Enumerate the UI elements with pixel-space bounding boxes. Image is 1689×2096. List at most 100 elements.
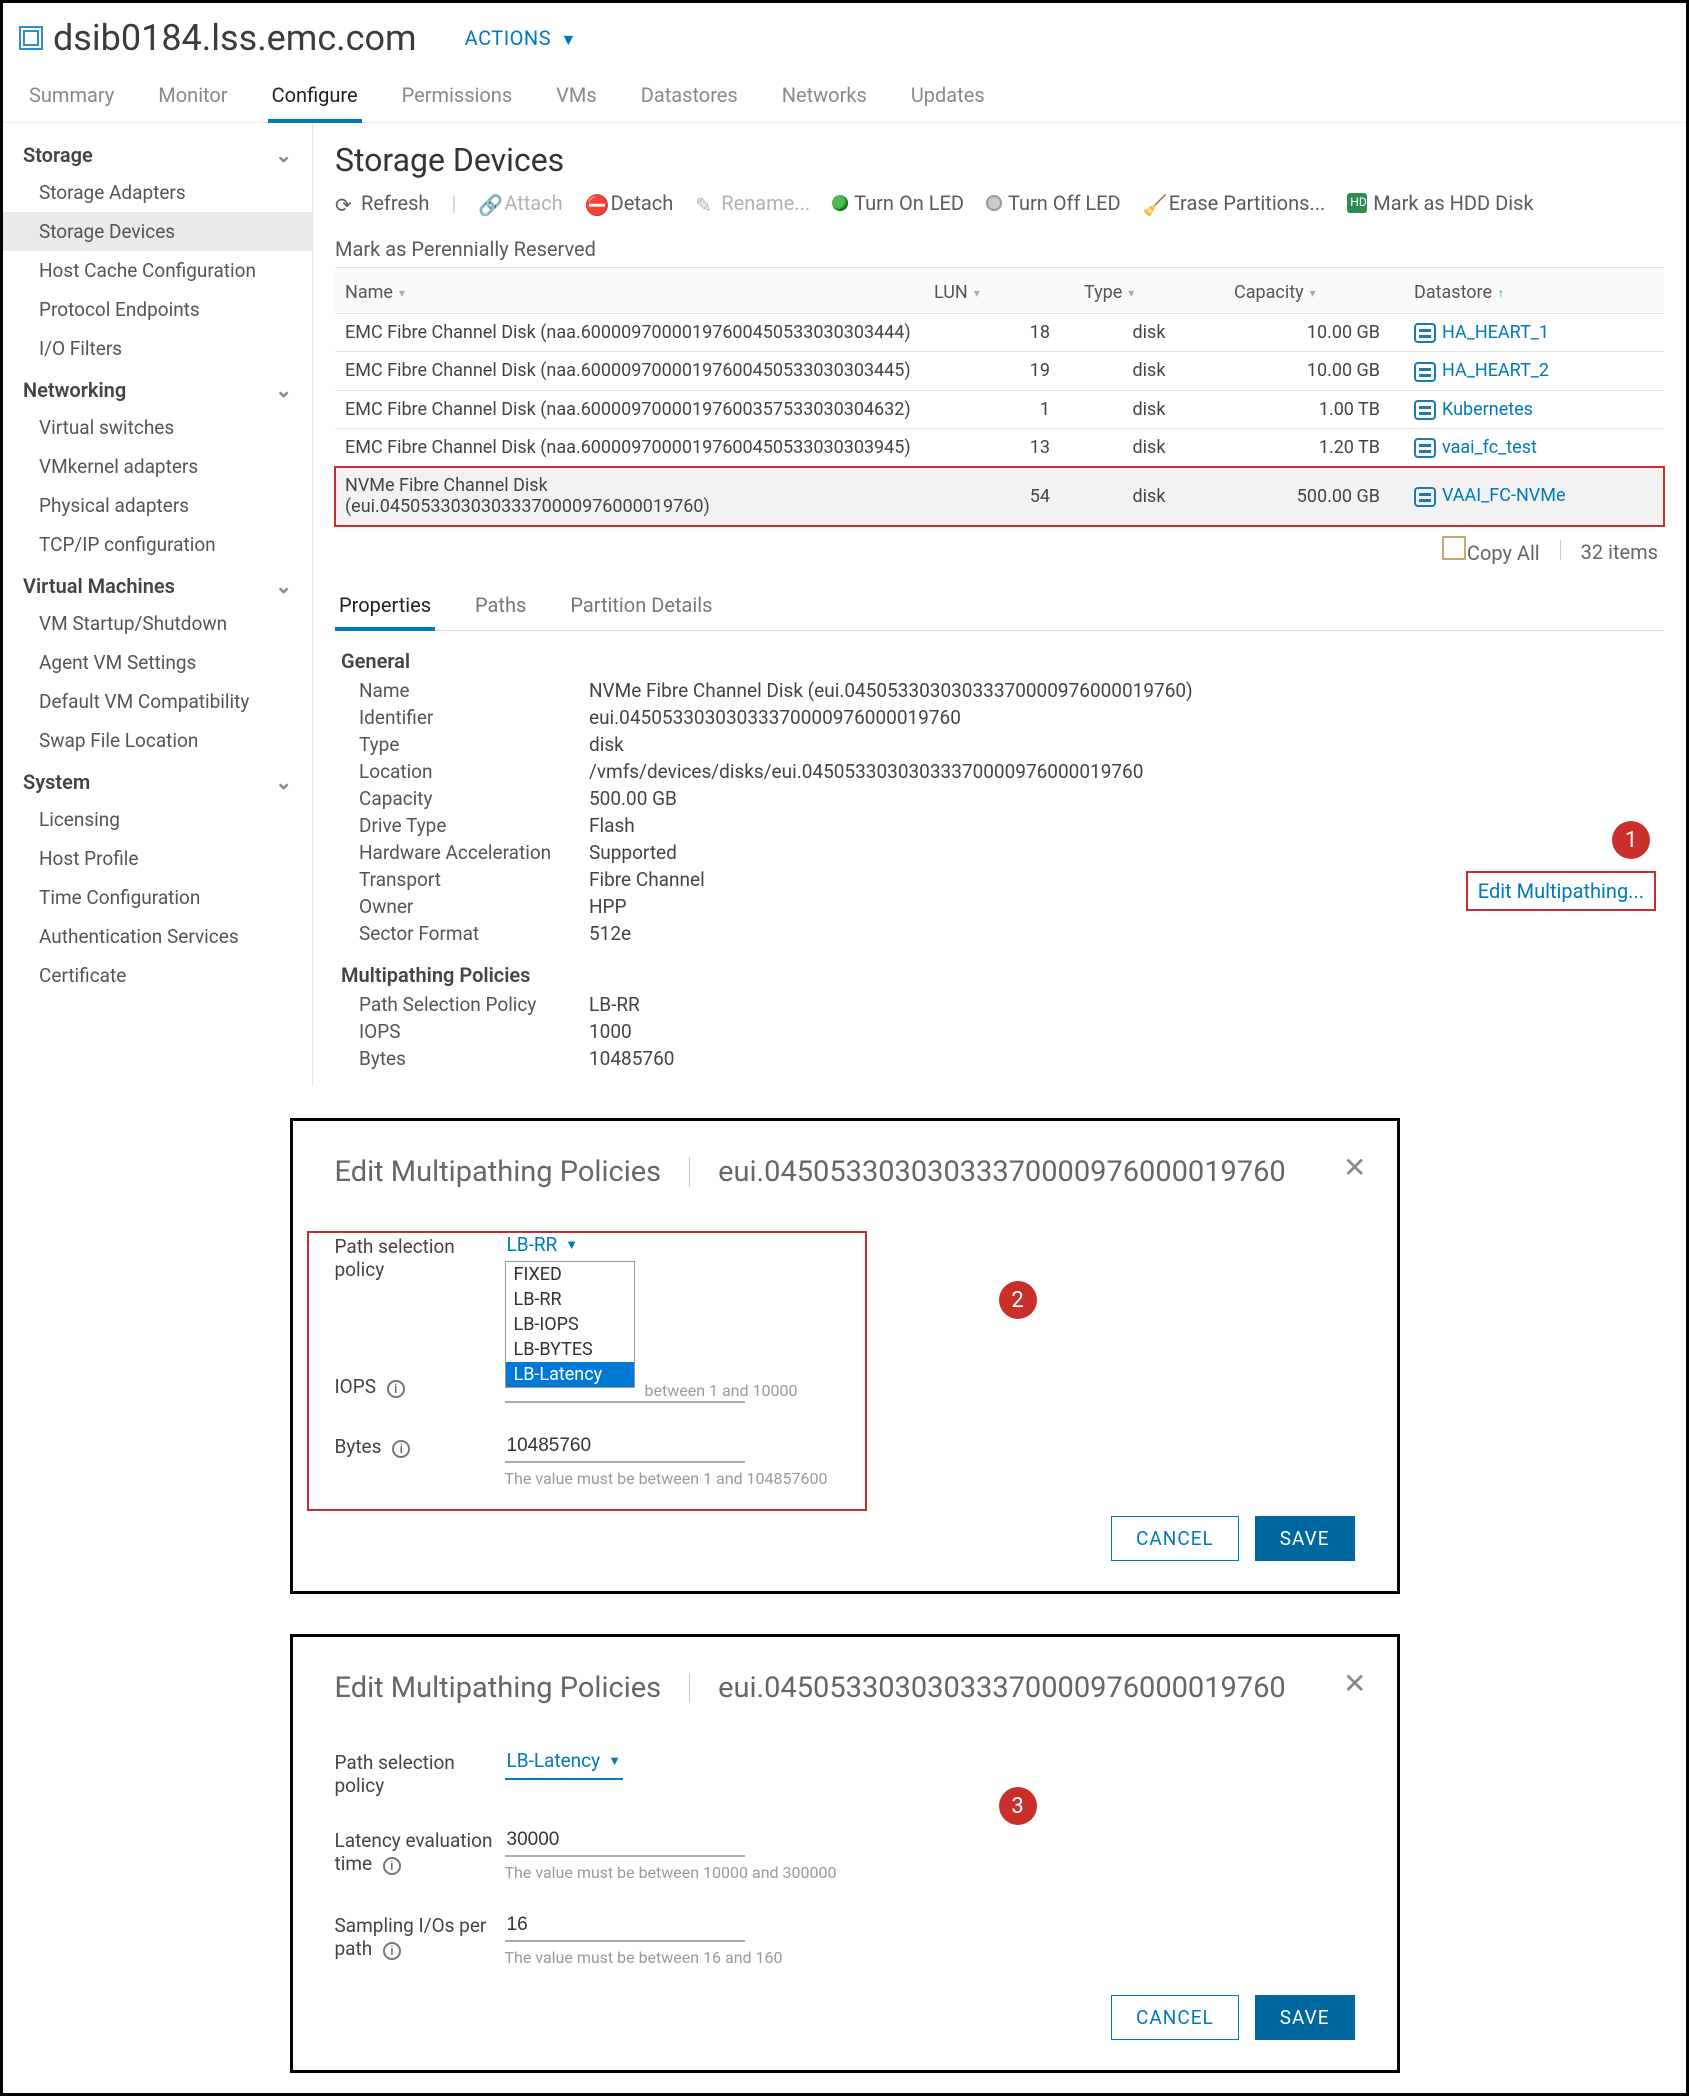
iops-helper: between 1 and 10000 [645,1381,798,1400]
edit-multipathing-link[interactable]: Edit Multipathing... [1466,871,1656,911]
cell-datastore[interactable]: HA_HEART_2 [1404,352,1664,389]
info-icon[interactable]: i [387,1380,405,1398]
sidebar-item-vm-startup-shutdown[interactable]: VM Startup/Shutdown [3,604,312,643]
policy-option-fixed[interactable]: FIXED [506,1262,634,1287]
turn-off-led-button[interactable]: Turn Off LED [986,191,1121,215]
erase-partitions-button[interactable]: 🧹Erase Partitions... [1143,191,1326,215]
kv-row: Identifiereui.04505330303033370000976000… [341,704,1658,731]
kv-key: Sector Format [359,922,589,945]
tab-monitor[interactable]: Monitor [154,73,231,122]
sidebar-item-i-o-filters[interactable]: I/O Filters [3,329,312,368]
close-icon[interactable]: ✕ [1343,1151,1366,1184]
policy-dropdown[interactable]: FIXEDLB-RRLB-IOPSLB-BYTESLB-Latency [505,1261,635,1388]
save-button[interactable]: SAVE [1255,1516,1355,1561]
table-row[interactable]: NVMe Fibre Channel Disk (eui.04505330303… [335,467,1664,526]
copy-all-button[interactable]: Copy All [1442,540,1540,565]
col-header-type[interactable]: Type ▾ [1074,272,1224,313]
edit-multipathing-dialog-2: Edit Multipathing Policies eui.045053303… [290,1118,1400,1594]
sidebar-item-protocol-endpoints[interactable]: Protocol Endpoints [3,290,312,329]
policy-option-lb-bytes[interactable]: LB-BYTES [506,1337,634,1362]
table-row[interactable]: EMC Fibre Channel Disk (naa.600009700001… [335,391,1664,429]
sidebar-item-vmkernel-adapters[interactable]: VMkernel adapters [3,447,312,486]
detail-tab-partition-details[interactable]: Partition Details [566,593,716,630]
col-header-datastore[interactable]: Datastore ↑ [1404,272,1664,313]
sidebar-group-virtual-machines[interactable]: Virtual Machines⌄ [3,564,312,604]
latency-input[interactable] [505,1825,745,1857]
detail-tab-properties[interactable]: Properties [335,593,435,631]
cell-datastore[interactable]: Kubernetes [1404,391,1664,428]
tab-datastores[interactable]: Datastores [637,73,742,122]
detach-button[interactable]: ⛔Detach [585,191,674,215]
sidebar-item-licensing[interactable]: Licensing [3,800,312,839]
sidebar-item-tcp-ip-configuration[interactable]: TCP/IP configuration [3,525,312,564]
cell-datastore[interactable]: VAAI_FC-NVMe [1404,477,1664,514]
tab-vms[interactable]: VMs [552,73,601,122]
sidebar-group-storage[interactable]: Storage⌄ [3,133,312,173]
cell-datastore[interactable]: HA_HEART_1 [1404,314,1664,351]
chevron-down-icon: ⌄ [275,770,292,794]
table-row[interactable]: EMC Fibre Channel Disk (naa.600009700001… [335,314,1664,352]
sidebar-item-storage-devices[interactable]: Storage Devices [3,212,312,251]
sidebar-group-networking[interactable]: Networking⌄ [3,368,312,408]
turn-on-led-button[interactable]: Turn On LED [832,191,964,215]
detail-tab-paths[interactable]: Paths [471,593,530,630]
sidebar-item-host-cache-configuration[interactable]: Host Cache Configuration [3,251,312,290]
separator [689,1673,690,1703]
refresh-label: Refresh [361,191,429,215]
sidebar-item-virtual-switches[interactable]: Virtual switches [3,408,312,447]
tab-summary[interactable]: Summary [25,73,118,122]
rename-button[interactable]: ✎Rename... [695,191,810,215]
save-button[interactable]: SAVE [1255,1995,1355,2040]
cancel-button[interactable]: CANCEL [1111,1995,1239,2040]
attach-label: Attach [504,191,562,215]
attach-button[interactable]: 🔗Attach [478,191,562,215]
kv-value: eui.04505330303033370000976000019760 [589,706,1658,729]
cell-lun: 18 [924,314,1074,351]
mark-perennial-button[interactable]: Mark as Perennially Reserved [335,237,596,261]
tab-permissions[interactable]: Permissions [398,73,517,122]
sidebar-item-agent-vm-settings[interactable]: Agent VM Settings [3,643,312,682]
actions-menu[interactable]: ACTIONS ▼ [465,26,577,50]
tab-configure[interactable]: Configure [268,73,362,123]
sidebar-item-authentication-services[interactable]: Authentication Services [3,917,312,956]
sidebar-item-swap-file-location[interactable]: Swap File Location [3,721,312,760]
table-row[interactable]: EMC Fibre Channel Disk (naa.600009700001… [335,429,1664,467]
cell-name: NVMe Fibre Channel Disk (eui.04505330303… [335,467,924,525]
copy-all-label: Copy All [1467,541,1540,565]
sidebar-item-certificate[interactable]: Certificate [3,956,312,995]
sidebar-item-default-vm-compatibility[interactable]: Default VM Compatibility [3,682,312,721]
col-header-lun[interactable]: LUN ▾ [924,272,1074,313]
refresh-button[interactable]: ⟳Refresh [335,191,429,215]
iops-label: IOPS i [335,1371,505,1398]
info-icon[interactable]: i [383,1857,401,1875]
bytes-helper: The value must be between 1 and 10485760… [505,1469,1355,1488]
kv-key: Path Selection Policy [359,993,589,1016]
close-icon[interactable]: ✕ [1343,1667,1366,1700]
col-header-name[interactable]: Name ▾ [335,272,924,313]
sidebar-item-host-profile[interactable]: Host Profile [3,839,312,878]
sidebar: Storage⌄Storage AdaptersStorage DevicesH… [3,123,313,1086]
cell-datastore[interactable]: vaai_fc_test [1404,429,1664,466]
tab-updates[interactable]: Updates [907,73,989,122]
sidebar-group-system[interactable]: System⌄ [3,760,312,800]
policy-select[interactable]: LB-RR ▼ [505,1231,581,1264]
cancel-button[interactable]: CANCEL [1111,1516,1239,1561]
tab-networks[interactable]: Networks [778,73,871,122]
policy-option-lb-rr[interactable]: LB-RR [506,1287,634,1312]
table-row[interactable]: EMC Fibre Channel Disk (naa.600009700001… [335,352,1664,390]
sidebar-item-storage-adapters[interactable]: Storage Adapters [3,173,312,212]
bytes-input[interactable] [505,1431,745,1463]
info-icon[interactable]: i [383,1942,401,1960]
cell-capacity: 10.00 GB [1224,314,1404,351]
policy-option-lb-latency[interactable]: LB-Latency [506,1362,634,1387]
sidebar-item-time-configuration[interactable]: Time Configuration [3,878,312,917]
sampling-input[interactable] [505,1910,745,1942]
mark-hdd-button[interactable]: HDDMark as HDD Disk [1347,191,1533,215]
properties-pane: General NameNVMe Fibre Channel Disk (eui… [335,631,1664,1076]
policy-select[interactable]: LB-Latency ▼ [505,1747,623,1780]
policy-option-lb-iops[interactable]: LB-IOPS [506,1312,634,1337]
chevron-down-icon: ⌄ [275,143,292,167]
sidebar-item-physical-adapters[interactable]: Physical adapters [3,486,312,525]
col-header-capacity[interactable]: Capacity ▾ [1224,272,1404,313]
info-icon[interactable]: i [392,1440,410,1458]
